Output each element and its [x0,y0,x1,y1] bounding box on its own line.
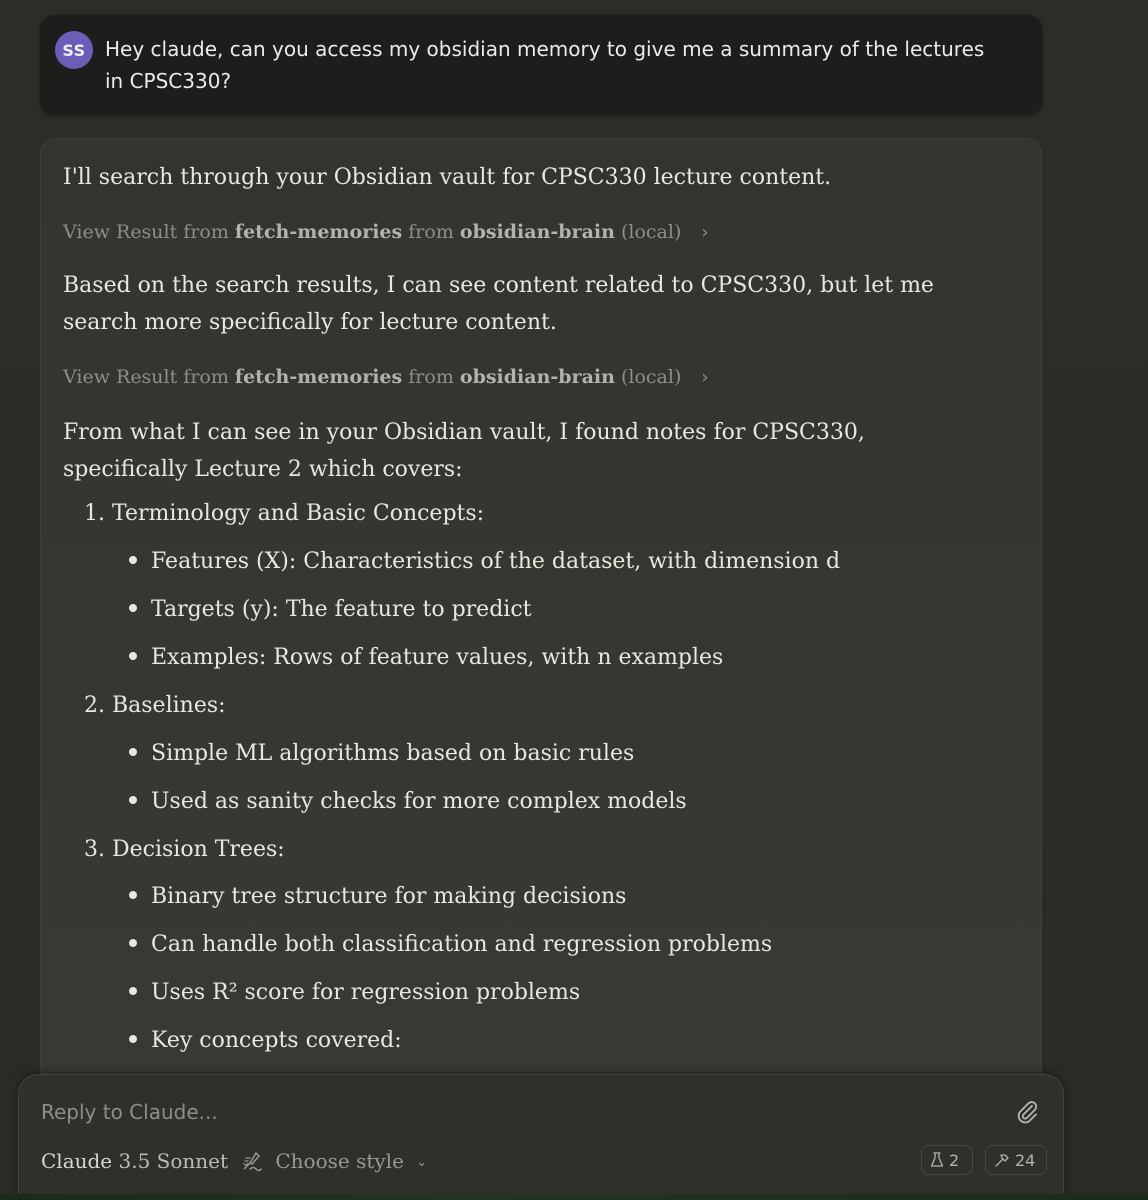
tool-result-link[interactable]: View Result from fetch-memories from obs… [63,364,709,391]
hammer-icon [995,1154,1009,1167]
tool-result-prefix: View Result from [63,221,229,243]
composer: Claude 3.5 Sonnet ⌄ Choose style ⌄ 2 24 [18,1074,1064,1200]
flask-count: 2 [949,1150,960,1170]
chevron-right-icon[interactable]: › [701,365,708,391]
assistant-message: I'll search through your Obsidian vault … [40,138,1042,1200]
bullet-icon [129,987,137,995]
tool-name: fetch-memories [234,221,403,243]
list-item: Uses R² score for regression problems [129,978,580,1008]
list-item-text: Features (X): Characteristics of the dat… [151,549,841,574]
bullet-icon [129,1035,137,1043]
user-message: SS Hey claude, can you access my obsidia… [40,15,1042,115]
bullet-icon [129,652,137,660]
section-title: 3. Decision Trees: [84,837,285,862]
list-item-text: Can handle both classification and regre… [151,932,773,957]
tool-result-mid: from [408,221,454,243]
style-icon [243,1151,262,1171]
tool-result-mid: from [408,366,454,388]
list-item: Binary tree structure for making decisio… [129,882,626,912]
model-version: 3.5 Sonnet [118,1149,229,1173]
bullet-icon [129,748,137,756]
bullet-icon [129,891,137,899]
chevron-down-icon: ⌄ [416,1155,428,1170]
model-selector[interactable]: Claude 3.5 Sonnet ⌄ [41,1149,251,1173]
assistant-followup: Based on the search results, I can see c… [63,273,934,335]
tools-button[interactable]: 24 [985,1145,1047,1175]
list-item-text: Simple ML algorithms based on basic rule… [151,741,635,766]
assistant-found: From what I can see in your Obsidian vau… [63,420,865,482]
tool-result-suffix: (local) [620,366,682,388]
list-item: Can handle both classification and regre… [129,930,772,960]
list-item-text: Examples: Rows of feature values, with n… [151,645,724,670]
tool-result-suffix: (local) [620,221,682,243]
tool-name: fetch-memories [234,366,403,388]
list-item: Key concepts covered: [129,1026,402,1056]
bullet-icon [129,556,137,564]
chevron-right-icon[interactable]: › [701,220,708,246]
style-label: Choose style [275,1149,404,1173]
reply-input[interactable] [41,1097,941,1127]
paperclip-icon[interactable] [1015,1099,1039,1125]
model-name: Claude [41,1149,113,1173]
list-item-text: Binary tree structure for making decisio… [151,884,627,909]
tools-count: 24 [1015,1150,1036,1170]
list-item-text: Uses R² score for regression problems [151,980,581,1005]
list-item: Features (X): Characteristics of the dat… [129,547,840,577]
tool-result-link[interactable]: View Result from fetch-memories from obs… [63,219,709,246]
server-name: obsidian-brain [459,366,615,388]
list-item-text: Targets (y): The feature to predict [151,597,532,622]
flask-button[interactable]: 2 [921,1145,973,1175]
list-item: Examples: Rows of feature values, with n… [129,643,723,673]
list-item: Targets (y): The feature to predict [129,595,531,625]
avatar[interactable]: SS [55,31,93,69]
list-item-text: Used as sanity checks for more complex m… [151,789,687,814]
flask-icon [930,1152,944,1167]
section-title: 1. Terminology and Basic Concepts: [84,501,485,526]
server-name: obsidian-brain [459,221,615,243]
window-bottom-edge [0,1194,1148,1200]
style-selector[interactable]: Choose style ⌄ [241,1149,427,1174]
bullet-icon [129,939,137,947]
bullet-icon [129,796,137,804]
list-item-text: Key concepts covered: [151,1028,402,1053]
user-message-text: Hey claude, can you access my obsidian m… [105,37,985,93]
list-item: Simple ML algorithms based on basic rule… [129,739,634,769]
bullet-icon [129,604,137,612]
list-item: Used as sanity checks for more complex m… [129,787,687,817]
tool-result-prefix: View Result from [63,366,229,388]
assistant-intro: I'll search through your Obsidian vault … [63,165,832,190]
section-title: 2. Baselines: [84,693,226,718]
composer-toolbar: Claude 3.5 Sonnet ⌄ Choose style ⌄ 2 24 [41,1145,1047,1179]
